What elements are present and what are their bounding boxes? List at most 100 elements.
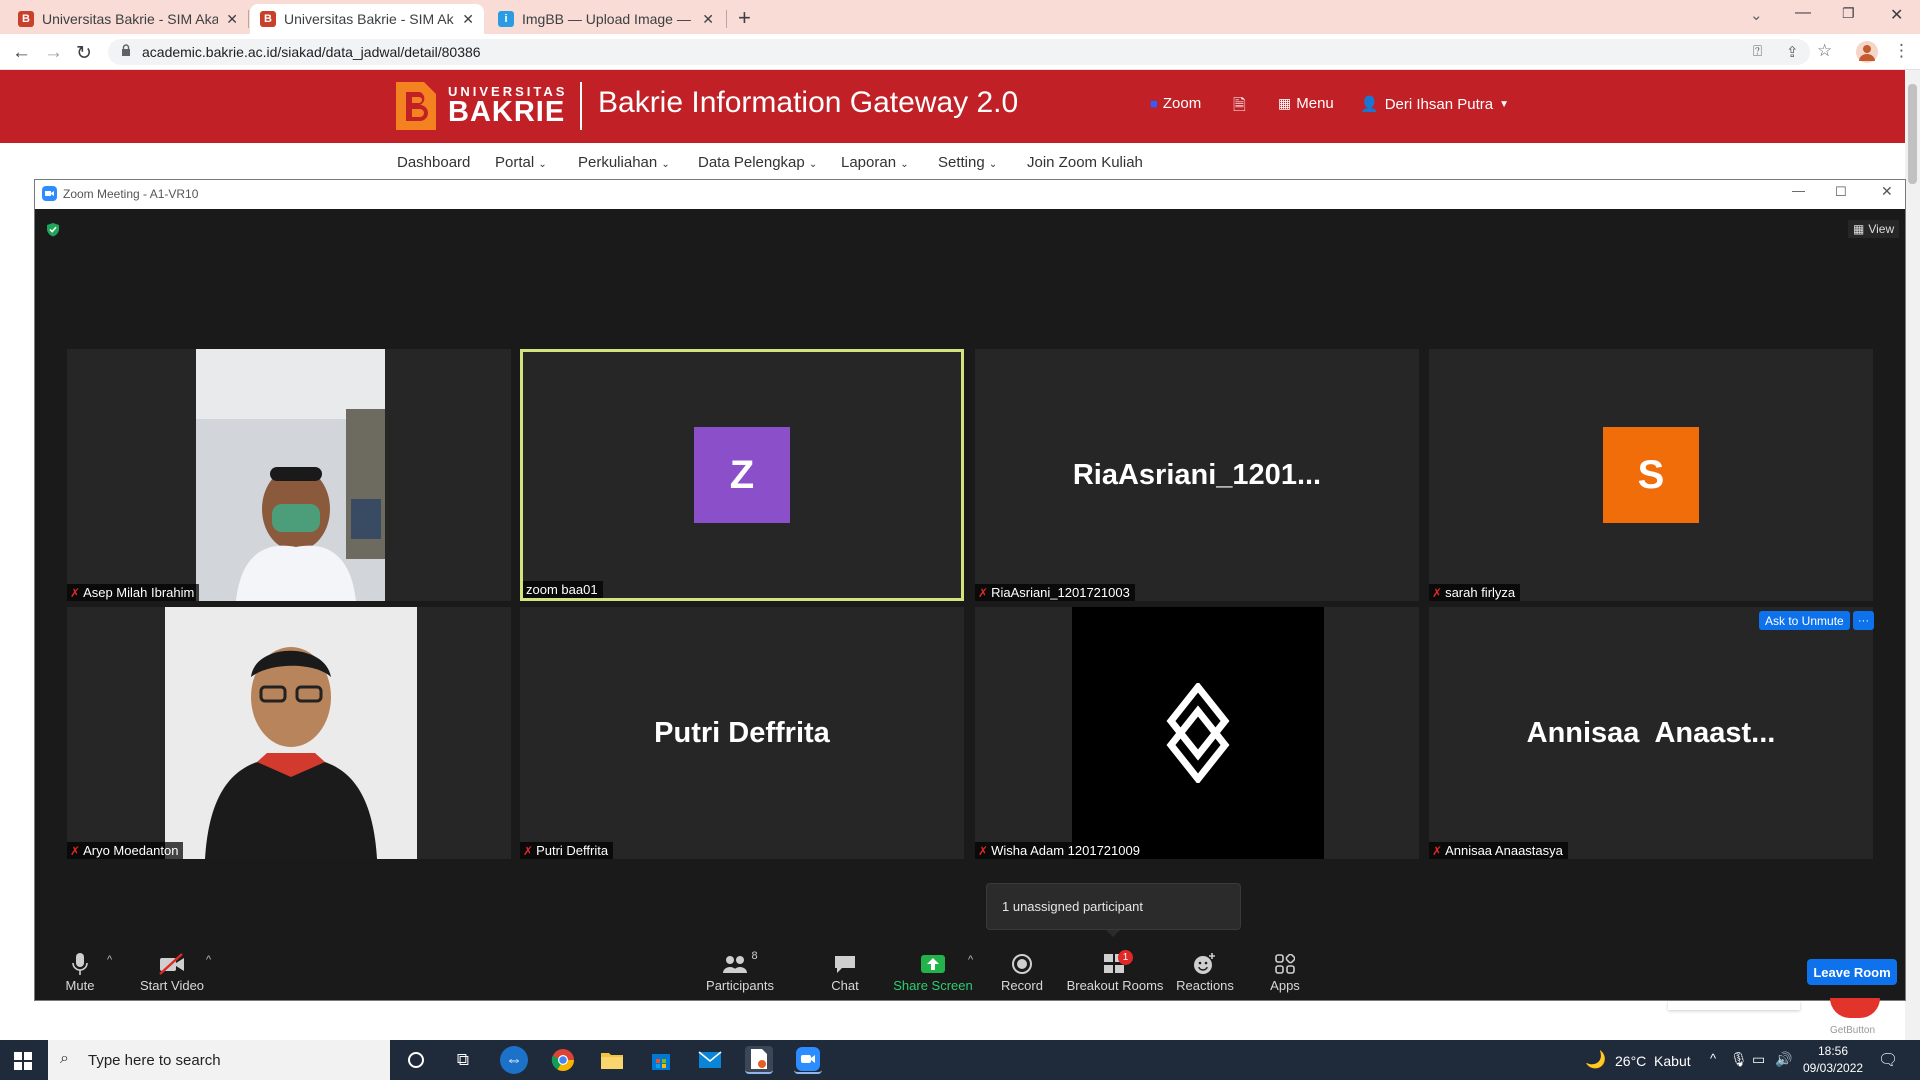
translate-icon[interactable]: ⍰ (1753, 43, 1762, 60)
participant-name-tag: ✗ Asep Milah Ibrahim (67, 584, 200, 601)
browser-menu-icon[interactable]: ⋮ (1893, 41, 1910, 61)
reload-icon[interactable]: ↻ (76, 42, 92, 65)
notifications-icon[interactable]: 🗨 (1878, 1050, 1898, 1070)
microphone-tray-icon[interactable]: 🎙 (1730, 1051, 1748, 1068)
zoom-taskbar-icon[interactable] (794, 1046, 822, 1074)
mail-icon[interactable] (696, 1046, 724, 1074)
zoom-maximize-icon[interactable]: ☐ (1835, 184, 1847, 200)
share-icon[interactable]: ⇪ (1786, 43, 1799, 61)
new-tab-icon[interactable]: + (738, 5, 751, 31)
header-divider (580, 82, 582, 130)
restore-icon[interactable]: ❐ (1842, 5, 1855, 22)
volume-icon[interactable]: 🔊 (1775, 1051, 1792, 1068)
document-icon[interactable]: 🗎 (1233, 94, 1246, 121)
zoom-close-icon[interactable]: ✕ (1881, 183, 1893, 200)
weather-text[interactable]: 26°C Kabut (1615, 1053, 1691, 1069)
nav-laporan-label: Laporan (841, 154, 897, 171)
tab-title: Universitas Bakrie - SIM Akadem (284, 11, 454, 27)
ask-to-unmute-button[interactable]: Ask to Unmute (1759, 611, 1850, 630)
clock-time[interactable]: 18:56 (1818, 1044, 1848, 1058)
apps-button[interactable]: Apps (1230, 950, 1340, 993)
weather-icon[interactable]: 🌙 (1585, 1050, 1606, 1070)
chevron-down-icon: ⌄ (808, 159, 818, 170)
participant-name: Asep Milah Ibrahim (83, 585, 195, 600)
getbutton-widget[interactable] (1830, 998, 1880, 1018)
participants-count: 8 (751, 950, 758, 962)
scrollbar-thumb[interactable] (1908, 84, 1917, 184)
nav-laporan[interactable]: Laporan ⌄ (841, 154, 909, 171)
nav-data-pelengkap[interactable]: Data Pelengkap ⌄ (698, 154, 817, 171)
profile-avatar[interactable] (1856, 41, 1878, 63)
file-explorer-icon[interactable] (598, 1046, 626, 1074)
user-icon: 👤 (1360, 96, 1379, 113)
zoom-minimize-icon[interactable]: — (1792, 183, 1805, 198)
forward-icon[interactable]: → (44, 42, 63, 64)
active-app-icon[interactable] (745, 1046, 773, 1074)
apps-icon (1275, 950, 1295, 978)
video-options-caret-icon[interactable]: ^ (206, 954, 211, 966)
participants-button[interactable]: 8 Participants (685, 950, 795, 993)
task-view-icon[interactable]: ⧉ (449, 1046, 477, 1074)
avatar-container: Z (523, 352, 961, 598)
participant-tile-aryo[interactable]: ✗ Aryo Moedanton (67, 607, 511, 859)
audio-options-caret-icon[interactable]: ^ (107, 954, 112, 966)
window-close-icon[interactable]: ✕ (1890, 5, 1903, 25)
security-shield-icon[interactable] (46, 222, 60, 237)
share-screen-icon (921, 950, 945, 978)
participant-avatar: S (1603, 427, 1699, 523)
show-hidden-icons-icon[interactable]: ^ (1710, 1051, 1716, 1066)
cortana-icon[interactable] (402, 1046, 430, 1074)
participant-name-tag: ✗ RiaAsriani_1201721003 (975, 584, 1135, 601)
reactions-label: Reactions (1176, 978, 1234, 993)
participant-avatar: Z (694, 427, 790, 523)
chrome-icon[interactable] (549, 1046, 577, 1074)
nav-setting[interactable]: Setting ⌄ (938, 154, 997, 171)
zoom-link[interactable]: ■ Zoom (1150, 95, 1201, 112)
muted-mic-icon: ✗ (978, 843, 989, 858)
participant-name: Wisha Adam 1201721009 (991, 843, 1140, 858)
bakrie-logo-icon[interactable] (392, 80, 438, 132)
nav-perkuliahan[interactable]: Perkuliahan ⌄ (578, 154, 670, 171)
browser-tab-2[interactable]: B Universitas Bakrie - SIM Akadem ✕ (250, 4, 484, 34)
video-camera-icon: ■ (1150, 96, 1158, 111)
bookmark-star-icon[interactable]: ☆ (1817, 41, 1832, 61)
menu-link[interactable]: ▦ Menu (1278, 95, 1334, 112)
view-button[interactable]: ▦ View (1848, 220, 1900, 238)
participant-video (1072, 607, 1324, 859)
page-scrollbar[interactable] (1905, 70, 1920, 1040)
leave-room-button[interactable]: Leave Room (1807, 959, 1897, 985)
minimize-icon[interactable]: — (1795, 4, 1811, 22)
zoom-link-label: Zoom (1162, 95, 1202, 112)
back-icon[interactable]: ← (12, 42, 31, 64)
participant-more-button[interactable]: ··· (1853, 611, 1874, 630)
teamviewer-icon[interactable]: ⇔ (500, 1046, 528, 1074)
tab-search-icon[interactable]: ⌄ (1750, 6, 1763, 24)
clock-date[interactable]: 09/03/2022 (1803, 1061, 1863, 1075)
participant-tile-sarah[interactable]: S ✗ sarah firlyza (1429, 349, 1873, 601)
browser-tab-1[interactable]: B Universitas Bakrie - SIM Akadem ✕ (8, 4, 248, 34)
close-icon[interactable]: ✕ (702, 11, 714, 28)
apps-label: Apps (1270, 978, 1300, 993)
nav-dashboard[interactable]: Dashboard (397, 154, 470, 171)
microsoft-store-icon[interactable] (647, 1046, 675, 1074)
participant-tile-wisha[interactable]: ✗ Wisha Adam 1201721009 (975, 607, 1419, 859)
record-label: Record (1001, 978, 1043, 993)
participant-tile-asep[interactable]: ✗ Asep Milah Ibrahim (67, 349, 511, 601)
participant-tile-riaasriani[interactable]: RiaAsriani_1201... ✗ RiaAsriani_12017210… (975, 349, 1419, 601)
participant-tile-putri[interactable]: Putri Deffrita ✗ Putri Deffrita (520, 607, 964, 859)
nav-join-zoom-kuliah[interactable]: Join Zoom Kuliah (1027, 154, 1143, 171)
muted-mic-icon: ✗ (1432, 585, 1443, 600)
participant-tile-zoom-baa01[interactable]: Z zoom baa01 (520, 349, 964, 601)
muted-mic-icon: ✗ (70, 843, 81, 858)
nav-portal[interactable]: Portal ⌄ (495, 154, 547, 171)
network-icon[interactable]: ▭ (1752, 1051, 1765, 1068)
browser-tab-3[interactable]: i ImgBB — Upload Image — Free ✕ (488, 4, 724, 34)
tab-separator (726, 10, 727, 28)
participant-tile-annisaa[interactable]: Annisaa Anaast... ✗ Annisaa Anaastasya (1429, 607, 1873, 859)
share-screen-label: Share Screen (893, 978, 973, 993)
participant-name-tag: zoom baa01 (523, 581, 603, 598)
close-icon[interactable]: ✕ (226, 11, 238, 28)
user-menu[interactable]: 👤 Deri Ihsan Putra ▼ (1360, 95, 1509, 114)
windows-start-icon[interactable] (14, 1052, 32, 1070)
close-icon[interactable]: ✕ (462, 11, 474, 28)
